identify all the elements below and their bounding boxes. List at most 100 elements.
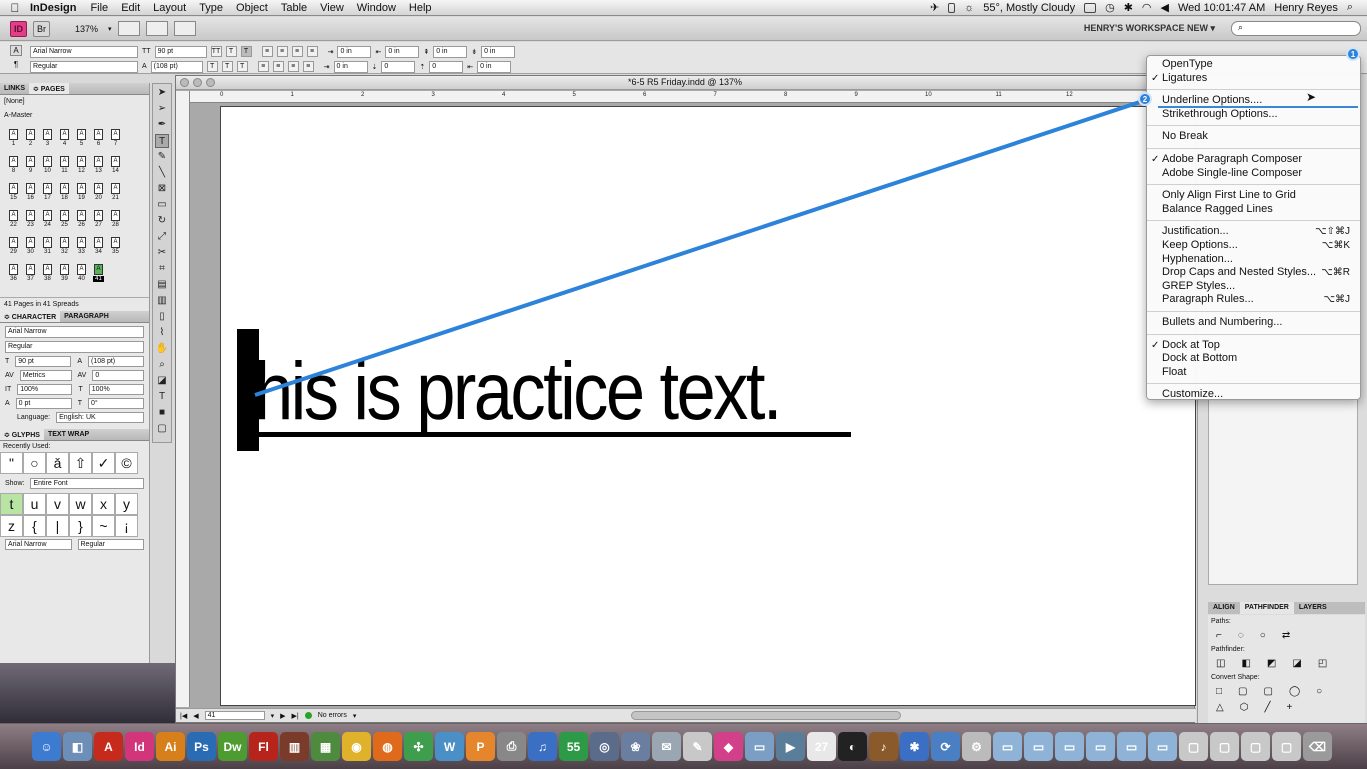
- dock-presenter-icon[interactable]: P: [466, 732, 495, 761]
- dock-chrome-icon[interactable]: ◉: [342, 732, 371, 761]
- justify-button[interactable]: ≡: [306, 46, 318, 57]
- menu-item-paragraph-rules[interactable]: Paragraph Rules... ⌥⌘J: [1147, 293, 1360, 307]
- page-thumbnail[interactable]: A 17: [39, 183, 56, 210]
- page-thumbnail[interactable]: A4: [56, 129, 73, 156]
- preview-mode-icon[interactable]: ▢: [155, 422, 169, 436]
- horizontal-ruler[interactable]: 0 1 2 3 4 5 6 7 8 9 10 11 12: [190, 91, 1194, 103]
- font-size-field[interactable]: 90 pt: [154, 45, 207, 58]
- chevron-down-icon[interactable]: ▾: [108, 25, 112, 33]
- glyph-show-select[interactable]: Entire Font: [30, 478, 144, 489]
- dock-indesign-icon[interactable]: Id: [125, 732, 154, 761]
- dock-utility-icon[interactable]: ✣: [404, 732, 433, 761]
- page-thumbnail[interactable]: A 18: [56, 183, 73, 210]
- master-none[interactable]: [None]: [0, 95, 149, 109]
- hand-tool-icon[interactable]: ✋: [155, 342, 169, 356]
- master-a[interactable]: A-Master: [0, 109, 149, 123]
- tab-pathfinder[interactable]: PATHFINDER: [1239, 602, 1294, 614]
- page-number-field[interactable]: 41: [204, 711, 265, 720]
- page-thumbnail[interactable]: A 37: [22, 264, 39, 291]
- glyph-cell[interactable]: x: [92, 493, 115, 515]
- scissors-tool-icon[interactable]: ✂: [155, 246, 169, 260]
- small-caps-button[interactable]: T: [225, 46, 237, 57]
- triangle-shape-icon[interactable]: △: [1216, 702, 1224, 713]
- page-thumbnail[interactable]: A1: [5, 129, 22, 156]
- first-line-indent-field[interactable]: 0 in: [333, 60, 368, 73]
- page-thumbnail[interactable]: A 14: [107, 156, 124, 183]
- menu-item-no-break[interactable]: No Break: [1147, 130, 1360, 144]
- pencil-tool-icon[interactable]: ✎: [155, 150, 169, 164]
- fill-stroke-icon[interactable]: ◪: [155, 374, 169, 388]
- menu-layout[interactable]: Layout: [153, 2, 186, 14]
- close-path-icon[interactable]: ○: [1260, 630, 1266, 641]
- minus-back-icon[interactable]: ◰: [1318, 658, 1327, 669]
- dock-flash-icon[interactable]: Fl: [249, 732, 278, 761]
- character-style-field[interactable]: Regular: [5, 341, 144, 353]
- underline-button[interactable]: T: [240, 46, 252, 57]
- dock-safari-icon[interactable]: ◎: [590, 732, 619, 761]
- dock-window-3-icon[interactable]: ▢: [1241, 732, 1270, 761]
- glyph-cell[interactable]: }: [69, 515, 92, 537]
- arrange-documents-button[interactable]: [173, 21, 196, 36]
- glyph-cell[interactable]: ○: [23, 452, 46, 474]
- subscript-button[interactable]: T: [221, 61, 233, 72]
- space-after-field[interactable]: 0: [381, 60, 416, 73]
- page-thumbnail[interactable]: A 33: [73, 237, 90, 264]
- beveled-rect-icon[interactable]: ▢: [1264, 686, 1273, 697]
- dock-photoshop-icon[interactable]: Ps: [187, 732, 216, 761]
- view-options-button[interactable]: [117, 21, 140, 36]
- dock-firefox-icon[interactable]: ◍: [373, 732, 402, 761]
- document-page[interactable]: this is practice text.: [220, 106, 1196, 706]
- rounded-rect-icon[interactable]: ▢: [1238, 686, 1247, 697]
- glyph-cell[interactable]: u: [23, 493, 46, 515]
- dock-bluetooth-icon[interactable]: ✱: [900, 732, 929, 761]
- prev-page-icon[interactable]: ◀: [193, 712, 198, 720]
- selection-tool-icon[interactable]: ➤: [155, 86, 169, 100]
- wifi-icon[interactable]: ◠: [1142, 1, 1152, 14]
- align-left-button[interactable]: ≡: [261, 46, 273, 57]
- reverse-path-icon[interactable]: ⇄: [1282, 630, 1290, 641]
- weather-icon[interactable]: ☼: [964, 2, 974, 14]
- menu-item-adobe-paragraph-composer[interactable]: ✓ Adobe Paragraph Composer: [1147, 153, 1360, 167]
- battery-icon[interactable]: [1084, 2, 1097, 13]
- glyph-cell[interactable]: ¡: [115, 515, 138, 537]
- bluetooth-icon[interactable]: ✱: [1124, 1, 1133, 14]
- glyph-cell[interactable]: y: [115, 493, 138, 515]
- align-right-button[interactable]: ≡: [291, 46, 303, 57]
- dock-book-icon[interactable]: ▥: [280, 732, 309, 761]
- dock-window-2-icon[interactable]: ▢: [1210, 732, 1239, 761]
- rectangle-shape-icon[interactable]: □: [1216, 686, 1222, 697]
- menu-help[interactable]: Help: [409, 2, 432, 14]
- dock-gear-icon[interactable]: ⚙: [962, 732, 991, 761]
- normal-view-icon[interactable]: ■: [155, 406, 169, 420]
- page-thumbnail[interactable]: A 10: [39, 156, 56, 183]
- gradient-tool-icon[interactable]: ▤: [155, 278, 169, 292]
- dock-folder-1-icon[interactable]: ▭: [993, 732, 1022, 761]
- page-thumbnail[interactable]: A 21: [107, 183, 124, 210]
- glyph-cell[interactable]: ~: [92, 515, 115, 537]
- line-tool-icon[interactable]: ╲: [155, 166, 169, 180]
- chevron-down-icon[interactable]: ▾: [271, 712, 275, 720]
- dock-app-55-icon[interactable]: 55: [559, 732, 588, 761]
- page-thumbnail[interactable]: A 25: [56, 210, 73, 237]
- glyph-cell[interactable]: ✓: [92, 452, 115, 474]
- bridge-button[interactable]: Br: [33, 20, 50, 37]
- page-thumbnail[interactable]: A 38: [39, 264, 56, 291]
- ellipse-shape-icon[interactable]: ○: [1316, 686, 1322, 697]
- glyph-cell[interactable]: |: [46, 515, 69, 537]
- spotlight-icon[interactable]: ⌕: [1347, 1, 1353, 14]
- page-thumbnail[interactable]: A 30: [22, 237, 39, 264]
- tab-align[interactable]: ALIGN: [1208, 602, 1240, 614]
- rectangle-frame-tool-icon[interactable]: ⊠: [155, 182, 169, 196]
- dock-folder-icon[interactable]: ▭: [745, 732, 774, 761]
- rotate-tool-icon[interactable]: ↻: [155, 214, 169, 228]
- menu-item-grep-styles[interactable]: GREP Styles...: [1147, 280, 1360, 294]
- dock-dreamweaver-icon[interactable]: Dw: [218, 732, 247, 761]
- justify-left-button[interactable]: ≡: [257, 61, 269, 72]
- dock-wordpress-icon[interactable]: W: [435, 732, 464, 761]
- page-thumbnail[interactable]: A 26: [73, 210, 90, 237]
- page-thumbnail[interactable]: A 41: [90, 264, 107, 291]
- tab-layers[interactable]: LAYERS: [1294, 602, 1332, 614]
- dock-folder-4-icon[interactable]: ▭: [1086, 732, 1115, 761]
- page-thumbnail[interactable]: A7: [107, 129, 124, 156]
- all-caps-button[interactable]: TT: [210, 46, 222, 57]
